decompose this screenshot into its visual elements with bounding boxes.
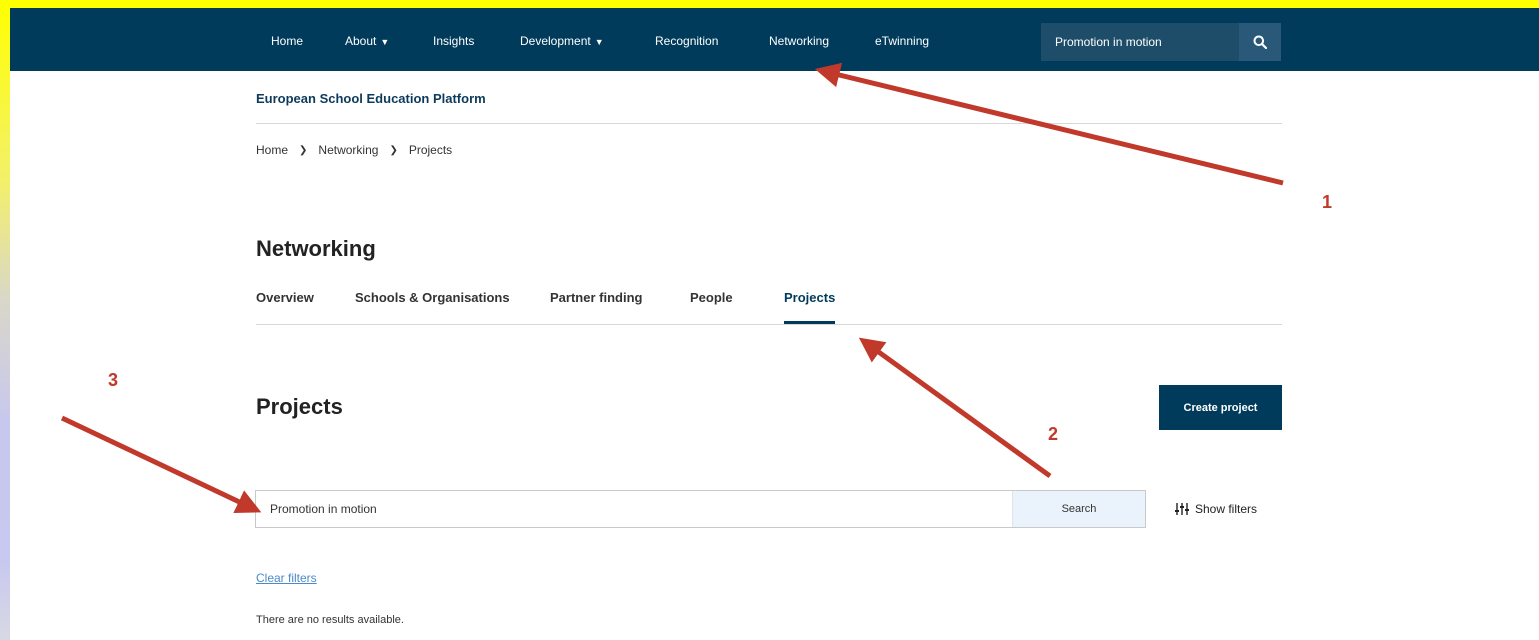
- tab-overview[interactable]: Overview: [256, 290, 314, 324]
- show-filters-button[interactable]: Show filters: [1175, 502, 1257, 516]
- nav-item-label: Development: [520, 34, 591, 48]
- project-search-input[interactable]: [256, 491, 1012, 527]
- project-search-box: Search: [255, 490, 1146, 528]
- create-project-button[interactable]: Create project: [1159, 385, 1282, 430]
- nav-item-label: About: [345, 34, 377, 48]
- nav-item-about[interactable]: About ▼: [345, 34, 389, 48]
- nav-item-label: Home: [271, 34, 304, 48]
- projects-title: Projects: [256, 394, 343, 419]
- nav-item-label: Insights: [433, 34, 475, 48]
- sliders-icon: [1175, 503, 1189, 515]
- breadcrumb-networking[interactable]: Networking: [318, 143, 378, 157]
- annotation-number-3: 3: [108, 370, 119, 390]
- nav-item-etwinning[interactable]: eTwinning: [875, 34, 929, 48]
- clear-filters-link[interactable]: Clear filters: [256, 571, 317, 585]
- divider: [256, 324, 1282, 325]
- nav-item-insights[interactable]: Insights: [433, 34, 474, 48]
- breadcrumb-projects: Projects: [408, 143, 453, 157]
- search-button[interactable]: Search: [1012, 491, 1145, 527]
- slide-frame-left: [0, 0, 10, 640]
- section-title: Networking: [256, 236, 376, 261]
- no-results-message: There are no results available.: [256, 614, 404, 626]
- search-icon: [1253, 35, 1267, 49]
- tab-schools-organisations[interactable]: Schools & Organisations: [355, 290, 510, 324]
- nav-item-home[interactable]: Home: [271, 34, 303, 48]
- tab-people[interactable]: People: [690, 290, 733, 324]
- nav-item-label: Networking: [769, 34, 830, 48]
- nav-item-networking[interactable]: Networking: [769, 34, 829, 48]
- chevron-down-icon: ▼: [380, 37, 390, 47]
- site-title[interactable]: European School Education Platform: [256, 91, 486, 106]
- nav-menu: Home About ▼ Insights Development ▼ Recogn…: [10, 8, 1539, 71]
- annotation-arrows: [60, 62, 1284, 513]
- chevron-right-icon: ❯: [299, 144, 308, 156]
- slide-frame-top: [0, 0, 1539, 8]
- tab-partner-finding[interactable]: Partner finding: [550, 290, 642, 324]
- nav-search-box: [1041, 23, 1281, 61]
- breadcrumb: Home ❯ Networking ❯ Projects: [256, 143, 452, 157]
- breadcrumb-home[interactable]: Home: [256, 143, 288, 157]
- nav-item-label: Recognition: [655, 34, 719, 48]
- nav-search-input[interactable]: [1041, 23, 1239, 61]
- annotation-number-1: 1: [1322, 192, 1333, 212]
- nav-item-label: eTwinning: [875, 34, 930, 48]
- show-filters-label: Show filters: [1195, 502, 1258, 516]
- chevron-down-icon: ▼: [594, 37, 604, 47]
- annotation-arrow-1: [814, 62, 1284, 186]
- nav-search-button[interactable]: [1239, 23, 1281, 61]
- annotation-arrow-3: [60, 415, 262, 513]
- top-navbar: Home About ▼ Insights Development ▼ Recogn…: [10, 8, 1539, 71]
- divider: [256, 123, 1282, 124]
- chevron-right-icon: ❯: [389, 144, 398, 156]
- annotation-arrow-2: [858, 337, 1052, 479]
- tab-projects[interactable]: Projects: [784, 290, 836, 324]
- nav-item-recognition[interactable]: Recognition: [655, 34, 718, 48]
- nav-item-development[interactable]: Development ▼: [520, 34, 604, 48]
- annotation-number-2: 2: [1048, 424, 1059, 444]
